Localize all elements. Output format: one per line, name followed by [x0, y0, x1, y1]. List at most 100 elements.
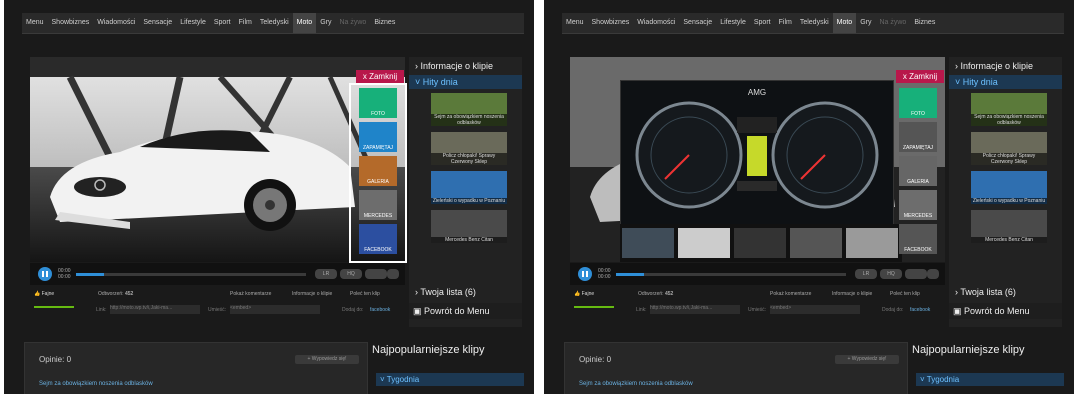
- opinion-link[interactable]: Sejm za obowiązkiem noszenia odblasków: [39, 381, 153, 387]
- comments-link[interactable]: Pokaż komentarze: [230, 291, 271, 297]
- like-button[interactable]: 👍 Fajne: [34, 291, 54, 297]
- add-opinion-button[interactable]: + Wypowiedz się!: [835, 355, 899, 364]
- nav-item[interactable]: Showbiznes: [48, 13, 94, 33]
- nav-item[interactable]: Sport: [750, 13, 775, 33]
- volume-icon[interactable]: [927, 269, 939, 279]
- link-field[interactable]: http://moto.wp.tv/i,Jaki-ma...: [110, 305, 200, 314]
- nav-item[interactable]: Film: [775, 13, 796, 33]
- recommend-link[interactable]: Poleć ten klip: [890, 291, 920, 297]
- opinion-link[interactable]: Sejm za obowiązkiem noszenia odblasków: [579, 381, 693, 387]
- add-to-label: Dodaj do:: [342, 307, 364, 313]
- week-tab[interactable]: ˅ Tygodnia: [376, 373, 524, 386]
- clip-thumb[interactable]: Mercedes Benz Citan: [971, 210, 1047, 243]
- gallery-thumb[interactable]: [846, 228, 898, 258]
- progress-fill: [616, 273, 644, 276]
- hits-header[interactable]: ˅ Hity dnia: [949, 75, 1062, 89]
- nav-item[interactable]: Teledyski: [796, 13, 833, 33]
- gallery-thumb[interactable]: [678, 228, 730, 258]
- remember-share-button[interactable]: ZAPAMIĘTAJ: [899, 122, 937, 152]
- time-readout: 00:00 00:00: [598, 268, 611, 280]
- gallery-thumb[interactable]: [790, 228, 842, 258]
- clip-info-header[interactable]: › Informacje o klipie: [949, 59, 1062, 73]
- nav-item[interactable]: Menu: [562, 13, 588, 33]
- nav-item[interactable]: Gry: [856, 13, 875, 33]
- link-label: Link:: [96, 307, 107, 313]
- progress-bar[interactable]: [616, 273, 846, 276]
- clip-thumb[interactable]: Policz chłopaki! Sprawy Czerwony Sklep: [971, 132, 1047, 165]
- gallery-photo-dashboard[interactable]: AMG: [620, 80, 894, 230]
- nav-item[interactable]: Lifestyle: [716, 13, 750, 33]
- your-list-header[interactable]: › Twoja lista (6): [409, 285, 522, 299]
- gallery-share-button[interactable]: GALERIA: [899, 156, 937, 186]
- clip-thumb[interactable]: Sejm za obowiązkiem noszenia odblasków: [971, 93, 1047, 126]
- clip-thumb[interactable]: Zieleński o wypadku w Poznaniu: [971, 171, 1047, 204]
- progress-bar[interactable]: [76, 273, 306, 276]
- nav-item[interactable]: Wiadomości: [633, 13, 679, 33]
- remember-share-button[interactable]: ZAPAMIĘTAJ: [359, 122, 397, 152]
- nav-item[interactable]: Teledyski: [256, 13, 293, 33]
- nav-item[interactable]: Sensacje: [139, 13, 176, 33]
- gallery-thumb[interactable]: [734, 228, 786, 258]
- back-to-menu-button[interactable]: ▣ Powrót do Menu: [949, 303, 1062, 319]
- nav-item[interactable]: Wiadomości: [93, 13, 139, 33]
- your-list-header[interactable]: › Twoja lista (6): [949, 285, 1062, 299]
- screenshot-right: Menu Showbiznes Wiadomości Sensacje Life…: [544, 0, 1074, 394]
- embed-field[interactable]: <embed>: [230, 305, 320, 314]
- photo-share-button[interactable]: FOTO: [899, 88, 937, 118]
- clip-thumb[interactable]: Zieleński o wypadku w Poznaniu: [431, 171, 507, 204]
- nav-item[interactable]: Lifestyle: [176, 13, 210, 33]
- hq-button[interactable]: HQ: [880, 269, 902, 279]
- nav-item[interactable]: Biznes: [370, 13, 399, 33]
- close-button[interactable]: x Zamknij: [356, 70, 404, 83]
- nav-item[interactable]: Film: [235, 13, 256, 33]
- fullscreen-button[interactable]: [905, 269, 927, 279]
- mercedes-share-button[interactable]: MERCEDES: [899, 190, 937, 220]
- recommend-link[interactable]: Poleć ten klip: [350, 291, 380, 297]
- opinions-title: Opinie: 0: [39, 355, 72, 364]
- nav-item[interactable]: Gry: [316, 13, 335, 33]
- brand-label: AMG: [748, 88, 766, 97]
- lr-button[interactable]: LR: [855, 269, 877, 279]
- facebook-link[interactable]: facebook: [370, 307, 390, 313]
- player-controls: 00:00 00:00 LR HQ: [30, 263, 405, 285]
- lr-button[interactable]: LR: [315, 269, 337, 279]
- link-field[interactable]: http://moto.wp.tv/i,Jaki-ma...: [650, 305, 740, 314]
- nav-item[interactable]: Biznes: [910, 13, 939, 33]
- clip-thumb[interactable]: Mercedes Benz Citan: [431, 210, 507, 243]
- nav-item[interactable]: Na żywo: [335, 13, 370, 33]
- clip-thumb[interactable]: Policz chłopaki! Sprawy Czerwony Sklep: [431, 132, 507, 165]
- embed-field[interactable]: <embed>: [770, 305, 860, 314]
- comments-link[interactable]: Pokaż komentarze: [770, 291, 811, 297]
- info-link[interactable]: Informacje o klipie: [292, 291, 332, 297]
- opinions-box: Opinie: 0 + Wypowiedz się! Sejm za obowi…: [564, 342, 908, 394]
- opinions-title: Opinie: 0: [579, 355, 612, 364]
- add-opinion-button[interactable]: + Wypowiedz się!: [295, 355, 359, 364]
- clip-info-header[interactable]: › Informacje o klipie: [409, 59, 522, 73]
- fullscreen-button[interactable]: [365, 269, 387, 279]
- play-button[interactable]: [578, 267, 592, 281]
- facebook-share-button[interactable]: FACEBOOK: [359, 224, 397, 254]
- photo-share-button[interactable]: FOTO: [359, 88, 397, 118]
- back-to-menu-button[interactable]: ▣ Powrót do Menu: [409, 303, 522, 319]
- nav-item[interactable]: Sport: [210, 13, 235, 33]
- pause-button[interactable]: [38, 267, 52, 281]
- close-button[interactable]: x Zamknij: [896, 70, 944, 83]
- clip-thumb[interactable]: Sejm za obowiązkiem noszenia odblasków: [431, 93, 507, 126]
- hq-button[interactable]: HQ: [340, 269, 362, 279]
- like-button[interactable]: 👍 Fajne: [574, 291, 594, 297]
- mercedes-share-button[interactable]: MERCEDES: [359, 190, 397, 220]
- facebook-share-button[interactable]: FACEBOOK: [899, 224, 937, 254]
- nav-item[interactable]: Showbiznes: [588, 13, 634, 33]
- nav-item-active[interactable]: Moto: [292, 13, 317, 33]
- info-link[interactable]: Informacje o klipie: [832, 291, 872, 297]
- volume-icon[interactable]: [387, 269, 399, 279]
- nav-item[interactable]: Na żywo: [875, 13, 910, 33]
- gallery-thumb[interactable]: [622, 228, 674, 258]
- hits-header[interactable]: ˅ Hity dnia: [409, 75, 522, 89]
- nav-item-active[interactable]: Moto: [832, 13, 857, 33]
- nav-item[interactable]: Sensacje: [679, 13, 716, 33]
- facebook-link[interactable]: facebook: [910, 307, 930, 313]
- week-tab[interactable]: ˅ Tygodnia: [916, 373, 1064, 386]
- nav-item[interactable]: Menu: [22, 13, 48, 33]
- gallery-share-button[interactable]: GALERIA: [359, 156, 397, 186]
